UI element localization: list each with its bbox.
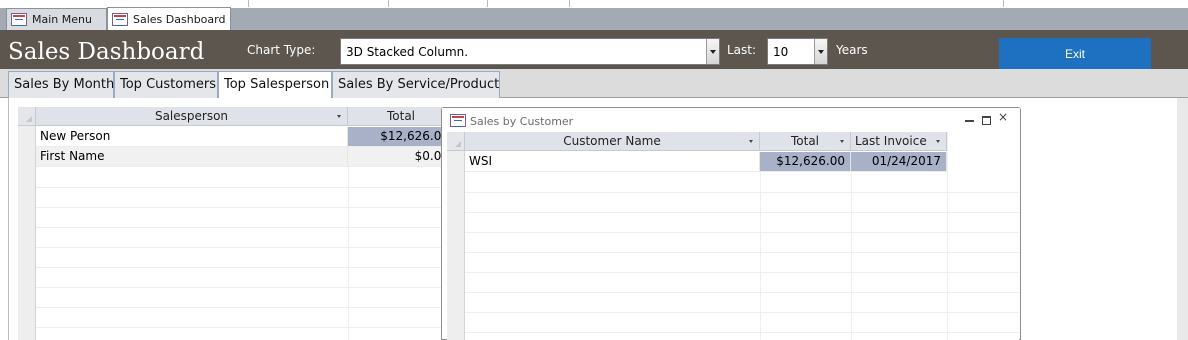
doc-tab-sales-dashboard-label: Sales Dashboard bbox=[133, 13, 226, 26]
doc-tab-sales-dashboard[interactable]: Sales Dashboard bbox=[107, 7, 231, 31]
restore-icon[interactable] bbox=[982, 116, 991, 125]
column-header-salesperson-label: Salesperson bbox=[154, 109, 229, 123]
grid-line bbox=[465, 292, 1019, 293]
tab-top-customers[interactable]: Top Customers bbox=[114, 71, 218, 98]
record-selector-column bbox=[18, 107, 36, 340]
form-icon bbox=[450, 114, 466, 127]
table-row-cell-name[interactable]: First Name bbox=[36, 147, 348, 167]
tab-sales-by-month[interactable]: Sales By Month bbox=[8, 71, 114, 98]
select-all-corner[interactable] bbox=[18, 107, 36, 126]
table-row-cell-total[interactable]: $0.00 bbox=[348, 147, 455, 167]
record-selector-column bbox=[447, 132, 465, 340]
grid-line bbox=[465, 212, 1019, 213]
grid-line bbox=[760, 172, 761, 340]
grid-line bbox=[36, 247, 442, 248]
document-tab-strip: Main Menu Sales Dashboard bbox=[0, 0, 1188, 31]
chart-type-label: Chart Type: bbox=[247, 43, 316, 57]
grid-line bbox=[947, 132, 948, 340]
grid-line bbox=[36, 187, 442, 188]
grid-line bbox=[36, 307, 442, 308]
column-header-customer-name[interactable]: Customer Name bbox=[465, 132, 760, 151]
grid-line bbox=[36, 207, 442, 208]
grid-line bbox=[851, 172, 852, 340]
grid-line bbox=[465, 272, 1019, 273]
sort-dropdown-icon[interactable] bbox=[936, 140, 940, 143]
doc-tab-main-menu[interactable]: Main Menu bbox=[6, 8, 107, 30]
chevron-down-icon[interactable] bbox=[814, 39, 827, 64]
last-label: Last: bbox=[727, 43, 757, 57]
exit-button[interactable]: Exit bbox=[999, 38, 1151, 69]
tab-sales-by-service-product[interactable]: Sales By Service/Product bbox=[332, 71, 500, 98]
grid-line bbox=[465, 312, 1019, 313]
grid-line bbox=[465, 232, 1019, 233]
sales-by-customer-window: Sales by Customer × Customer Name Total … bbox=[441, 107, 1021, 340]
table-row-cell-name[interactable]: New Person bbox=[36, 127, 348, 147]
grid-line bbox=[465, 332, 1019, 333]
chart-type-select[interactable]: 3D Stacked Column. bbox=[340, 38, 720, 65]
chevron-down-icon[interactable] bbox=[706, 39, 719, 64]
column-header-total-label: Total bbox=[386, 109, 416, 123]
column-header-last-invoice[interactable]: Last Invoice bbox=[851, 132, 947, 151]
column-header-total[interactable]: Total bbox=[348, 107, 455, 126]
column-header-customer-name-label: Customer Name bbox=[563, 134, 661, 148]
table-row-cell-total[interactable]: $12,626.00 bbox=[760, 152, 851, 172]
grid-line bbox=[348, 167, 349, 340]
tab-bar: Sales By Month Top Customers Top Salespe… bbox=[0, 69, 1188, 99]
sort-dropdown-icon[interactable] bbox=[749, 140, 753, 143]
table-row-cell-total[interactable]: $12,626.00 bbox=[348, 127, 455, 147]
last-years-value: 10 bbox=[773, 45, 789, 59]
grid-line bbox=[465, 252, 1019, 253]
close-icon[interactable]: × bbox=[998, 111, 1008, 123]
sort-dropdown-icon[interactable] bbox=[337, 115, 341, 118]
table-row-cell-last-invoice[interactable]: 01/24/2017 bbox=[851, 152, 947, 172]
column-header-total-label: Total bbox=[790, 134, 820, 148]
column-header-salesperson[interactable]: Salesperson bbox=[36, 107, 348, 126]
chart-type-value: 3D Stacked Column. bbox=[346, 45, 469, 59]
last-years-select[interactable]: 10 bbox=[767, 38, 828, 65]
panel-edge bbox=[1177, 98, 1188, 340]
page-title: Sales Dashboard bbox=[8, 39, 205, 65]
grid-line bbox=[36, 267, 442, 268]
tab-top-salesperson[interactable]: Top Salesperson bbox=[218, 71, 332, 99]
popup-title: Sales by Customer bbox=[470, 115, 574, 128]
grid-line bbox=[36, 327, 442, 328]
grid-line bbox=[36, 227, 442, 228]
salesperson-datasheet: Salesperson Total New Person $12,626.00 … bbox=[18, 107, 455, 340]
table-row-cell-customer[interactable]: WSI bbox=[465, 152, 760, 172]
column-header-last-invoice-label: Last Invoice bbox=[855, 134, 927, 148]
popup-titlebar[interactable]: Sales by Customer × bbox=[442, 108, 1020, 132]
form-icon bbox=[112, 13, 128, 26]
column-header-total[interactable]: Total bbox=[760, 132, 851, 151]
customer-datasheet: Customer Name Total Last Invoice WSI $12… bbox=[447, 132, 1019, 340]
select-all-corner[interactable] bbox=[447, 132, 465, 151]
sort-dropdown-icon[interactable] bbox=[840, 140, 844, 143]
years-label: Years bbox=[836, 43, 868, 57]
grid-line bbox=[465, 192, 1019, 193]
minimize-icon[interactable] bbox=[965, 120, 974, 122]
grid-line bbox=[36, 287, 442, 288]
doc-tab-main-menu-label: Main Menu bbox=[32, 13, 92, 26]
form-icon bbox=[11, 13, 27, 26]
